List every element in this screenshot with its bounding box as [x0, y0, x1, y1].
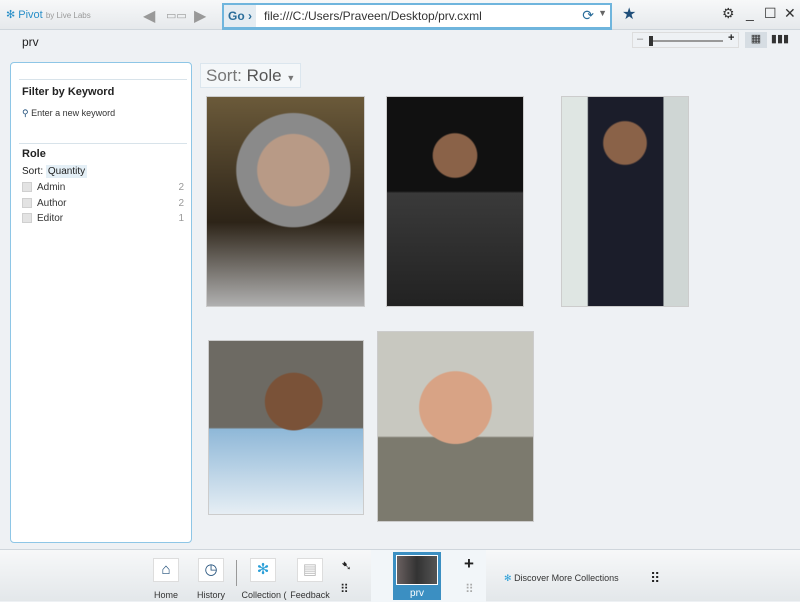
add-icon[interactable]: +: [464, 554, 474, 574]
feedback-label[interactable]: Feedback: [290, 590, 330, 600]
filter-panel: Filter by Keyword ⚲ Enter a new keyword …: [10, 62, 192, 543]
chevron-down-icon: ▼: [286, 73, 296, 83]
collection-item-photo[interactable]: [206, 96, 365, 307]
zoom-slider[interactable]: – +: [632, 32, 739, 48]
maximize-icon[interactable]: ☐: [764, 5, 777, 22]
facet-label: Author: [37, 198, 67, 209]
collection-item-photo[interactable]: [377, 331, 534, 522]
facet-sort: Sort: Quantity: [22, 165, 88, 178]
checkbox[interactable]: [22, 182, 32, 193]
app-name: Pivot: [18, 9, 43, 21]
facet-item-editor[interactable]: Editor 1: [22, 213, 184, 227]
keyword-placeholder: Enter a new keyword: [31, 108, 116, 118]
collection-item-photo[interactable]: [561, 96, 689, 307]
sort-dropdown[interactable]: Sort: Role ▼: [200, 63, 302, 88]
close-icon[interactable]: ✕: [784, 5, 796, 22]
facet-sort-button[interactable]: Quantity: [45, 165, 88, 178]
sort-label: Sort:: [206, 66, 242, 85]
minimize-icon[interactable]: _: [746, 5, 754, 21]
collection-label[interactable]: Collection (: [240, 590, 288, 600]
discover-label: Discover More Collections: [514, 573, 619, 583]
pivot-icon: ✻: [504, 573, 512, 583]
divider: [236, 560, 237, 586]
search-icon: ⚲: [22, 108, 29, 118]
chevron-down-icon[interactable]: ▼: [598, 8, 607, 18]
breadcrumb[interactable]: prv: [22, 35, 39, 49]
current-label: prv: [410, 588, 424, 599]
bottom-dock: ⌂ Home ◷ History ✻ Collection ( ▤ Feedba…: [0, 549, 800, 602]
facet-label: Admin: [37, 182, 66, 193]
graph-view-icon[interactable]: ▮▮▮: [769, 32, 791, 48]
keyword-input[interactable]: ⚲ Enter a new keyword: [22, 108, 115, 119]
collection-item-photo[interactable]: [386, 96, 524, 307]
current-collection[interactable]: prv + ⠿: [371, 550, 486, 602]
zoom-track[interactable]: [651, 40, 723, 42]
discover-link[interactable]: ✻ Discover More Collections: [504, 573, 619, 584]
history-label[interactable]: History: [190, 590, 232, 600]
app-by: by Live Labs: [45, 11, 91, 20]
zoom-in[interactable]: +: [728, 32, 734, 44]
title-bar: ✻ Pivot by Live Labs ◀ ▭▭ ▶ Go › file://…: [0, 0, 800, 30]
go-button[interactable]: Go ›: [224, 5, 256, 27]
facet-item-admin[interactable]: Admin 2: [22, 182, 184, 196]
feedback-icon[interactable]: ▤: [297, 558, 323, 582]
divider: [19, 79, 187, 80]
filter-title: Filter by Keyword: [22, 86, 115, 98]
checkbox[interactable]: [22, 213, 32, 224]
sort-value: Role: [246, 66, 282, 85]
checkbox[interactable]: [22, 198, 32, 209]
facet-count: 1: [178, 213, 184, 224]
facet-count: 2: [178, 198, 184, 209]
collection-thumbnail[interactable]: prv: [393, 552, 441, 600]
apps-grid-icon[interactable]: ⠿: [465, 582, 474, 596]
collection-icon[interactable]: ✻: [250, 558, 276, 582]
divider: [19, 143, 187, 144]
collection-item-photo[interactable]: [208, 340, 364, 515]
facet-title: Role: [22, 148, 46, 160]
history-icon[interactable]: ◷: [198, 558, 224, 582]
grid-view-icon[interactable]: ▦: [745, 32, 767, 48]
thumbnail-image: [396, 555, 438, 585]
back-icon[interactable]: ◀: [143, 6, 155, 26]
zoom-thumb[interactable]: [649, 36, 653, 46]
forward-icon[interactable]: ▶: [194, 6, 206, 26]
gear-icon[interactable]: ⚙: [722, 5, 735, 22]
zoom-out[interactable]: –: [637, 33, 643, 45]
home-icon[interactable]: ⌂: [153, 558, 179, 582]
tabs-icon[interactable]: ▭▭: [166, 9, 187, 22]
url-input[interactable]: file:///C:/Users/Praveen/Desktop/prv.cxm…: [264, 9, 482, 23]
refresh-icon[interactable]: ⟳: [582, 7, 594, 24]
cursor-icon[interactable]: ➷: [341, 558, 352, 574]
star-icon[interactable]: ★: [622, 4, 636, 24]
facet-count: 2: [178, 182, 184, 193]
sort-label: Sort:: [22, 166, 44, 177]
apps-grid-icon[interactable]: ⠿: [650, 570, 660, 587]
address-bar[interactable]: Go › file:///C:/Users/Praveen/Desktop/pr…: [222, 3, 612, 30]
facet-label: Editor: [37, 213, 64, 224]
facet-item-author[interactable]: Author 2: [22, 198, 184, 212]
app-logo: ✻ Pivot by Live Labs: [6, 9, 91, 21]
apps-grid-icon[interactable]: ⠿: [340, 582, 349, 596]
home-label[interactable]: Home: [145, 590, 187, 600]
